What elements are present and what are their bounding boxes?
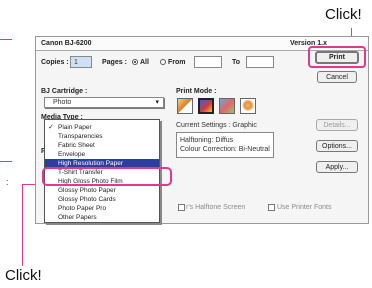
graphic-mode-icon[interactable] — [198, 98, 214, 114]
pages-label: Pages : — [102, 59, 127, 66]
media-option[interactable]: ✓ Plain Paper — [45, 123, 159, 132]
text-mode-icon[interactable] — [177, 98, 193, 114]
cancel-button[interactable]: Cancel — [317, 71, 357, 83]
media-option[interactable]: Envelope — [45, 150, 159, 159]
media-option[interactable]: Fabric Sheet — [45, 141, 159, 150]
copies-label: Copies : — [41, 59, 69, 66]
details-button[interactable]: Details... — [316, 119, 358, 131]
copies-field[interactable]: 1 — [70, 56, 92, 68]
media-option[interactable]: Transparencies — [45, 132, 159, 141]
printer-fonts-checkbox[interactable] — [268, 204, 275, 211]
media-option-label: Fabric Sheet — [58, 142, 95, 149]
media-option-label: Photo Paper Pro — [58, 205, 107, 212]
top-click-label: Click! — [325, 6, 362, 23]
pages-to-label: To — [232, 59, 241, 66]
pages-from-label: From — [168, 59, 186, 66]
media-option[interactable]: Glossy Photo Cards — [45, 195, 159, 204]
chevron-down-icon: ▾ — [155, 99, 159, 106]
media-option-label: Plain Paper — [58, 124, 92, 131]
to-field[interactable] — [246, 56, 274, 68]
cartridge-select[interactable]: Photo ▾ — [44, 97, 164, 108]
halftone-screen-checkbox[interactable] — [178, 204, 185, 211]
checkmark-icon: ✓ — [48, 124, 54, 131]
left-margin-mark-top — [0, 39, 12, 40]
media-option[interactable]: Other Papers — [45, 213, 159, 222]
media-option-label: Glossy Photo Cards — [58, 196, 116, 203]
custom-mode-icon[interactable] — [240, 98, 256, 114]
from-field[interactable] — [194, 56, 222, 68]
apply-button[interactable]: Apply... — [316, 161, 358, 173]
printer-fonts-label: Use Printer Fonts — [277, 204, 332, 211]
pages-from-radio[interactable] — [160, 59, 166, 65]
media-selection-highlight — [42, 167, 172, 186]
media-option-label: Other Papers — [58, 214, 97, 221]
current-settings-box: Halftoning: Diffus Colour Correction: Bi… — [176, 132, 274, 158]
print-button[interactable]: Print — [315, 51, 359, 64]
printer-name: Canon BJ-6200 — [41, 40, 92, 47]
left-margin-colon: : — [6, 177, 9, 187]
media-option-label: Envelope — [58, 151, 86, 158]
left-margin-mark-bottom — [0, 161, 12, 162]
media-option-label: Transparencies — [58, 133, 103, 140]
print-mode-label: Print Mode : — [176, 88, 217, 95]
media-option[interactable]: Glossy Photo Paper — [45, 186, 159, 195]
cartridge-label: BJ Cartridge : — [41, 88, 88, 95]
current-settings-label: Current Settings : Graphic — [176, 122, 257, 129]
media-option-label: Glossy Photo Paper — [58, 187, 116, 194]
media-option[interactable]: Photo Paper Pro — [45, 204, 159, 213]
halftone-screen-label: r's Halftone Screen — [186, 204, 246, 211]
settings-line-2: Colour Correction: Bi-Neutral — [180, 146, 270, 153]
pages-all-radio[interactable] — [132, 59, 138, 65]
settings-line-1: Halftoning: Diffus — [180, 137, 234, 144]
options-button[interactable]: Options... — [316, 140, 358, 152]
pages-all-label: All — [140, 59, 149, 66]
callout-line-bottom-vertical — [22, 184, 23, 266]
photo-mode-icon[interactable] — [219, 98, 235, 114]
bottom-click-label: Click! — [5, 267, 42, 284]
media-option-label: High Resolution Paper — [58, 160, 124, 167]
